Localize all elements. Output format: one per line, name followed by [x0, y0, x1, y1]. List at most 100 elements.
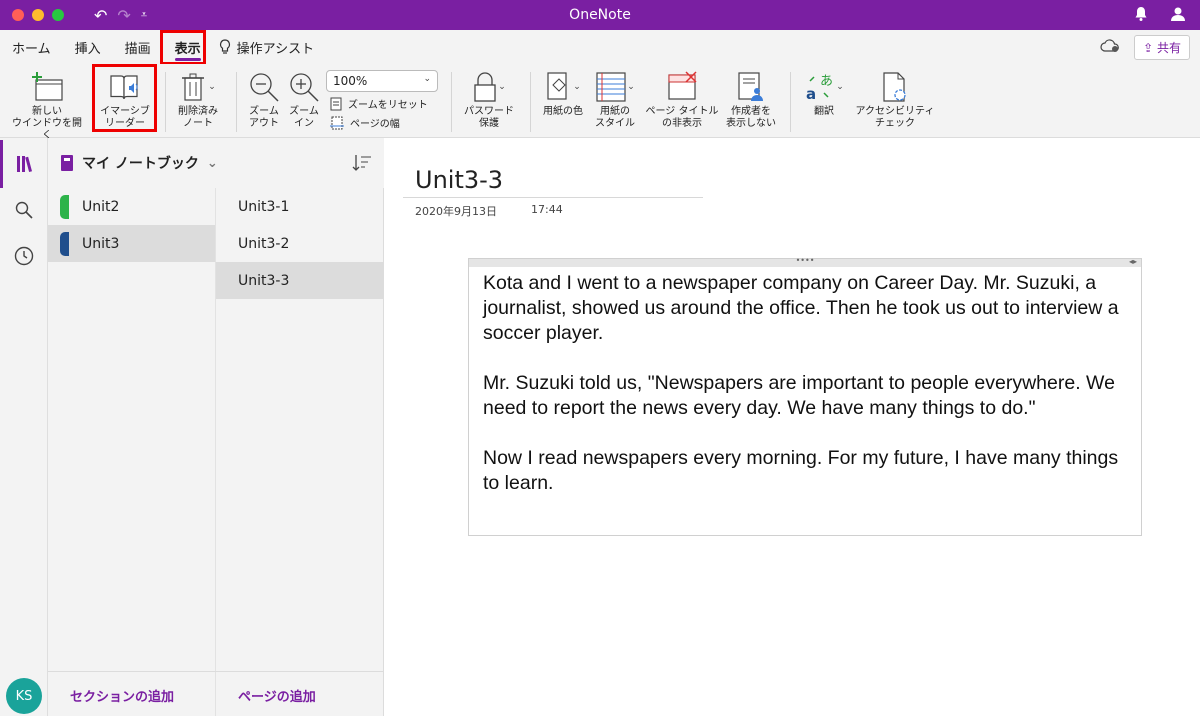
- hide-title-label-2: の非表示: [662, 118, 702, 129]
- ribbon-tabs: ホーム 挿入 描画 表示 操作アシスト ⇪ 共有: [0, 30, 1200, 64]
- page-time: 17:44: [531, 203, 563, 216]
- deleted-notes-button[interactable]: ⌄ 削除済み ノート: [170, 68, 226, 130]
- pages-list: Unit3-1 Unit3-2 Unit3-3 ページの追加: [216, 188, 384, 716]
- deleted-notes-label-1: 削除済み: [178, 106, 218, 117]
- page-canvas[interactable]: Unit3-3 2020年9月13日 17:44 •••• ◂▸ Kota an…: [385, 138, 1200, 716]
- hide-authors-label-2: 表示しない: [726, 118, 776, 129]
- zoom-in-label-2: イン: [294, 118, 314, 129]
- tab-view[interactable]: 表示: [163, 30, 213, 64]
- immersive-reader-button[interactable]: イマーシブ リーダー: [96, 68, 154, 130]
- chevron-down-icon: ⌄: [208, 82, 216, 92]
- hide-page-title-button[interactable]: ページ タイトル の非表示: [644, 68, 720, 130]
- minimize-window-button[interactable]: [32, 9, 44, 21]
- clock-icon: [14, 246, 34, 266]
- deleted-notes-label-2: ノート: [183, 118, 213, 129]
- page-date: 2020年9月13日: [415, 205, 497, 218]
- password-protect-button[interactable]: ⌄ パスワード 保護: [460, 68, 518, 130]
- ribbon-separator: [451, 72, 452, 132]
- paper-style-label-1: 用紙の: [600, 106, 630, 117]
- section-color-tab: [60, 232, 69, 256]
- recent-nav-button[interactable]: [0, 232, 48, 280]
- lock-icon: [474, 72, 496, 102]
- hide-authors-button[interactable]: 作成者を 表示しない: [722, 68, 780, 130]
- chevron-down-icon: ⌄: [836, 82, 844, 92]
- tab-insert[interactable]: 挿入: [63, 30, 113, 64]
- chevron-down-icon: ⌄: [206, 155, 218, 171]
- note-container[interactable]: •••• ◂▸ Kota and I went to a newspaper c…: [468, 256, 1142, 536]
- note-paragraph[interactable]: Now I read newspapers every morning. For…: [483, 446, 1133, 496]
- zoom-out-button[interactable]: ズーム アウト: [244, 68, 284, 130]
- tab-draw[interactable]: 描画: [113, 30, 163, 64]
- hide-title-icon: [668, 71, 697, 100]
- new-window-label-1: 新しい: [32, 106, 62, 117]
- new-window-button[interactable]: 新しい ウインドウを開く: [8, 68, 86, 142]
- add-page-button[interactable]: ページの追加: [238, 686, 316, 705]
- ruled-paper-icon: [596, 72, 626, 102]
- password-label-1: パスワード: [464, 106, 514, 117]
- paper-color-label: 用紙の色: [543, 106, 583, 117]
- page-item-unit3-1[interactable]: Unit3-1: [216, 188, 383, 225]
- maximize-window-button[interactable]: [52, 9, 64, 21]
- zoom-level-select[interactable]: 100% ⌄: [326, 70, 438, 92]
- paper-style-label-2: スタイル: [595, 118, 635, 129]
- zoom-in-button[interactable]: ズーム イン: [284, 68, 324, 130]
- note-container-handle[interactable]: •••• ◂▸: [469, 256, 1141, 267]
- drag-grip-icon[interactable]: ••••: [796, 256, 815, 265]
- accessibility-label-1: アクセシビリティ: [855, 106, 935, 117]
- page-item-unit3-3[interactable]: Unit3-3: [216, 262, 383, 299]
- section-label: Unit3: [82, 235, 120, 252]
- sort-pages-button[interactable]: [352, 154, 372, 176]
- ribbon-separator: [530, 72, 531, 132]
- undo-icon[interactable]: ↶: [94, 6, 107, 25]
- note-text[interactable]: Kota and I went to a newspaper company o…: [469, 267, 1141, 496]
- tab-home[interactable]: ホーム: [0, 30, 63, 64]
- redo-icon[interactable]: ↷: [117, 6, 130, 25]
- notebooks-nav-button[interactable]: [0, 140, 48, 188]
- zoom-reset-label: ズームをリセット: [348, 100, 428, 111]
- chevron-down-icon: ⌄: [498, 82, 506, 92]
- ribbon-separator: [165, 72, 166, 132]
- add-section-button[interactable]: セクションの追加: [70, 686, 174, 705]
- page-width-icon: [330, 116, 344, 129]
- accessibility-check-button[interactable]: アクセシビリティ チェック: [850, 68, 940, 130]
- immersive-reader-icon: [110, 75, 138, 100]
- notification-bell-icon[interactable]: [1134, 6, 1148, 26]
- page-width-label: ページの幅: [350, 119, 400, 130]
- section-item-unit2[interactable]: Unit2: [48, 188, 215, 225]
- zoom-out-label-2: アウト: [249, 118, 279, 129]
- notebook-name: マイ ノートブック: [82, 156, 199, 172]
- page-item-unit3-2[interactable]: Unit3-2: [216, 225, 383, 262]
- section-item-unit3[interactable]: Unit3: [48, 225, 215, 262]
- notebook-selector[interactable]: マイ ノートブック ⌄: [60, 153, 218, 173]
- resize-handle-icon[interactable]: ◂▸: [1129, 257, 1137, 266]
- window-controls: [12, 9, 64, 21]
- ribbon-separator: [790, 72, 791, 132]
- page-timestamp: 2020年9月13日 17:44: [415, 203, 563, 219]
- note-paragraph[interactable]: Kota and I went to a newspaper company o…: [483, 271, 1133, 346]
- footer-divider: [48, 671, 384, 672]
- customize-toolbar-icon[interactable]: ⩡: [141, 8, 147, 22]
- ribbon: 新しい ウインドウを開く イマーシブ リーダー ⌄ 削除済み ノート ズーム ア…: [0, 64, 1200, 141]
- search-nav-button[interactable]: [0, 186, 48, 234]
- hide-authors-label-1: 作成者を: [731, 106, 771, 117]
- translate-button[interactable]: あa ⌄ 翻訳: [798, 68, 850, 118]
- trash-icon: [182, 73, 205, 101]
- zoom-reset-button[interactable]: ズームをリセット: [330, 96, 428, 111]
- sections-list: Unit2 Unit3 セクションの追加: [48, 188, 216, 716]
- page-width-button[interactable]: ページの幅: [330, 115, 400, 130]
- share-button[interactable]: ⇪ 共有: [1134, 35, 1190, 60]
- chevron-down-icon: ⌄: [423, 74, 431, 84]
- paper-style-button[interactable]: ⌄ 用紙の スタイル: [590, 68, 640, 130]
- avatar[interactable]: KS: [6, 678, 42, 714]
- tell-me-assist[interactable]: 操作アシスト: [213, 38, 314, 57]
- sync-cloud-icon[interactable]: [1100, 38, 1120, 57]
- paper-color-button[interactable]: ⌄ 用紙の色: [537, 68, 589, 118]
- title-divider: [403, 197, 703, 198]
- close-window-button[interactable]: [12, 9, 24, 21]
- sort-icon: [352, 155, 371, 171]
- account-icon[interactable]: [1170, 6, 1186, 26]
- page-title[interactable]: Unit3-3: [415, 166, 503, 194]
- navigation-rail: KS: [0, 138, 48, 716]
- note-paragraph[interactable]: Mr. Suzuki told us, "Newspapers are impo…: [483, 371, 1133, 421]
- window-title: OneNote: [569, 7, 631, 23]
